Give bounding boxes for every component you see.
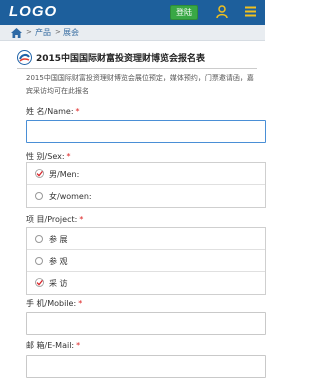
- radio-icon[interactable]: [35, 192, 43, 200]
- name-input[interactable]: [26, 120, 266, 143]
- project-option-interview[interactable]: 采 访: [27, 272, 265, 294]
- project-option-visit[interactable]: 参 观: [27, 250, 265, 272]
- form-title: 2015中国国际财富投资理财博览会报名表: [36, 54, 206, 64]
- sex-label: 性 别/Sex: *: [26, 152, 71, 161]
- home-icon[interactable]: [11, 28, 22, 38]
- checked-checkbox-icon[interactable]: [35, 278, 44, 287]
- expo-logo-icon: [17, 50, 32, 65]
- login-button[interactable]: 登陆: [170, 5, 198, 20]
- checked-radio-icon[interactable]: [35, 169, 44, 178]
- project-label: 项 目/Project: *: [26, 215, 84, 224]
- required-mark: *: [79, 215, 84, 224]
- project-checkbox-group: 参 展 参 观 采 访: [26, 227, 266, 295]
- breadcrumb-item-exhibition[interactable]: 展会: [63, 25, 79, 40]
- mobile-label: 手 机/Mobile: *: [26, 299, 83, 308]
- checkbox-icon[interactable]: [35, 235, 43, 243]
- divider: [17, 68, 257, 69]
- required-mark: *: [78, 299, 83, 308]
- sex-option-men[interactable]: 男/Men:: [27, 163, 265, 185]
- user-icon[interactable]: [216, 5, 228, 19]
- checkbox-icon[interactable]: [35, 257, 43, 265]
- breadcrumb-separator: >: [26, 28, 32, 36]
- form-description: 2015中国国际财富投资理财博览会展位预定，媒体预约，门票邀请函，嘉宾采访均可在…: [26, 74, 254, 95]
- required-mark: *: [75, 107, 80, 116]
- mobile-input[interactable]: [26, 312, 266, 335]
- name-label: 姓 名/Name: *: [26, 107, 80, 116]
- form-header: 2015中国国际财富投资理财博览会报名表: [17, 48, 255, 68]
- sex-radio-group: 男/Men: 女/women:: [26, 162, 266, 208]
- required-mark: *: [76, 341, 81, 350]
- menu-icon[interactable]: [245, 6, 256, 17]
- project-option-exhibit[interactable]: 参 展: [27, 228, 265, 250]
- sex-option-women[interactable]: 女/women:: [27, 185, 265, 207]
- email-label: 邮 箱/E-Mail: *: [26, 341, 81, 350]
- site-logo[interactable]: LOGO: [9, 3, 57, 20]
- breadcrumb-separator: >: [55, 28, 61, 36]
- top-navbar: LOGO 登陆: [0, 0, 265, 25]
- breadcrumb-item-products[interactable]: 产品: [35, 25, 51, 40]
- email-input[interactable]: [26, 355, 266, 378]
- breadcrumb: > 产品 > 展会: [0, 25, 265, 41]
- required-mark: *: [66, 152, 71, 161]
